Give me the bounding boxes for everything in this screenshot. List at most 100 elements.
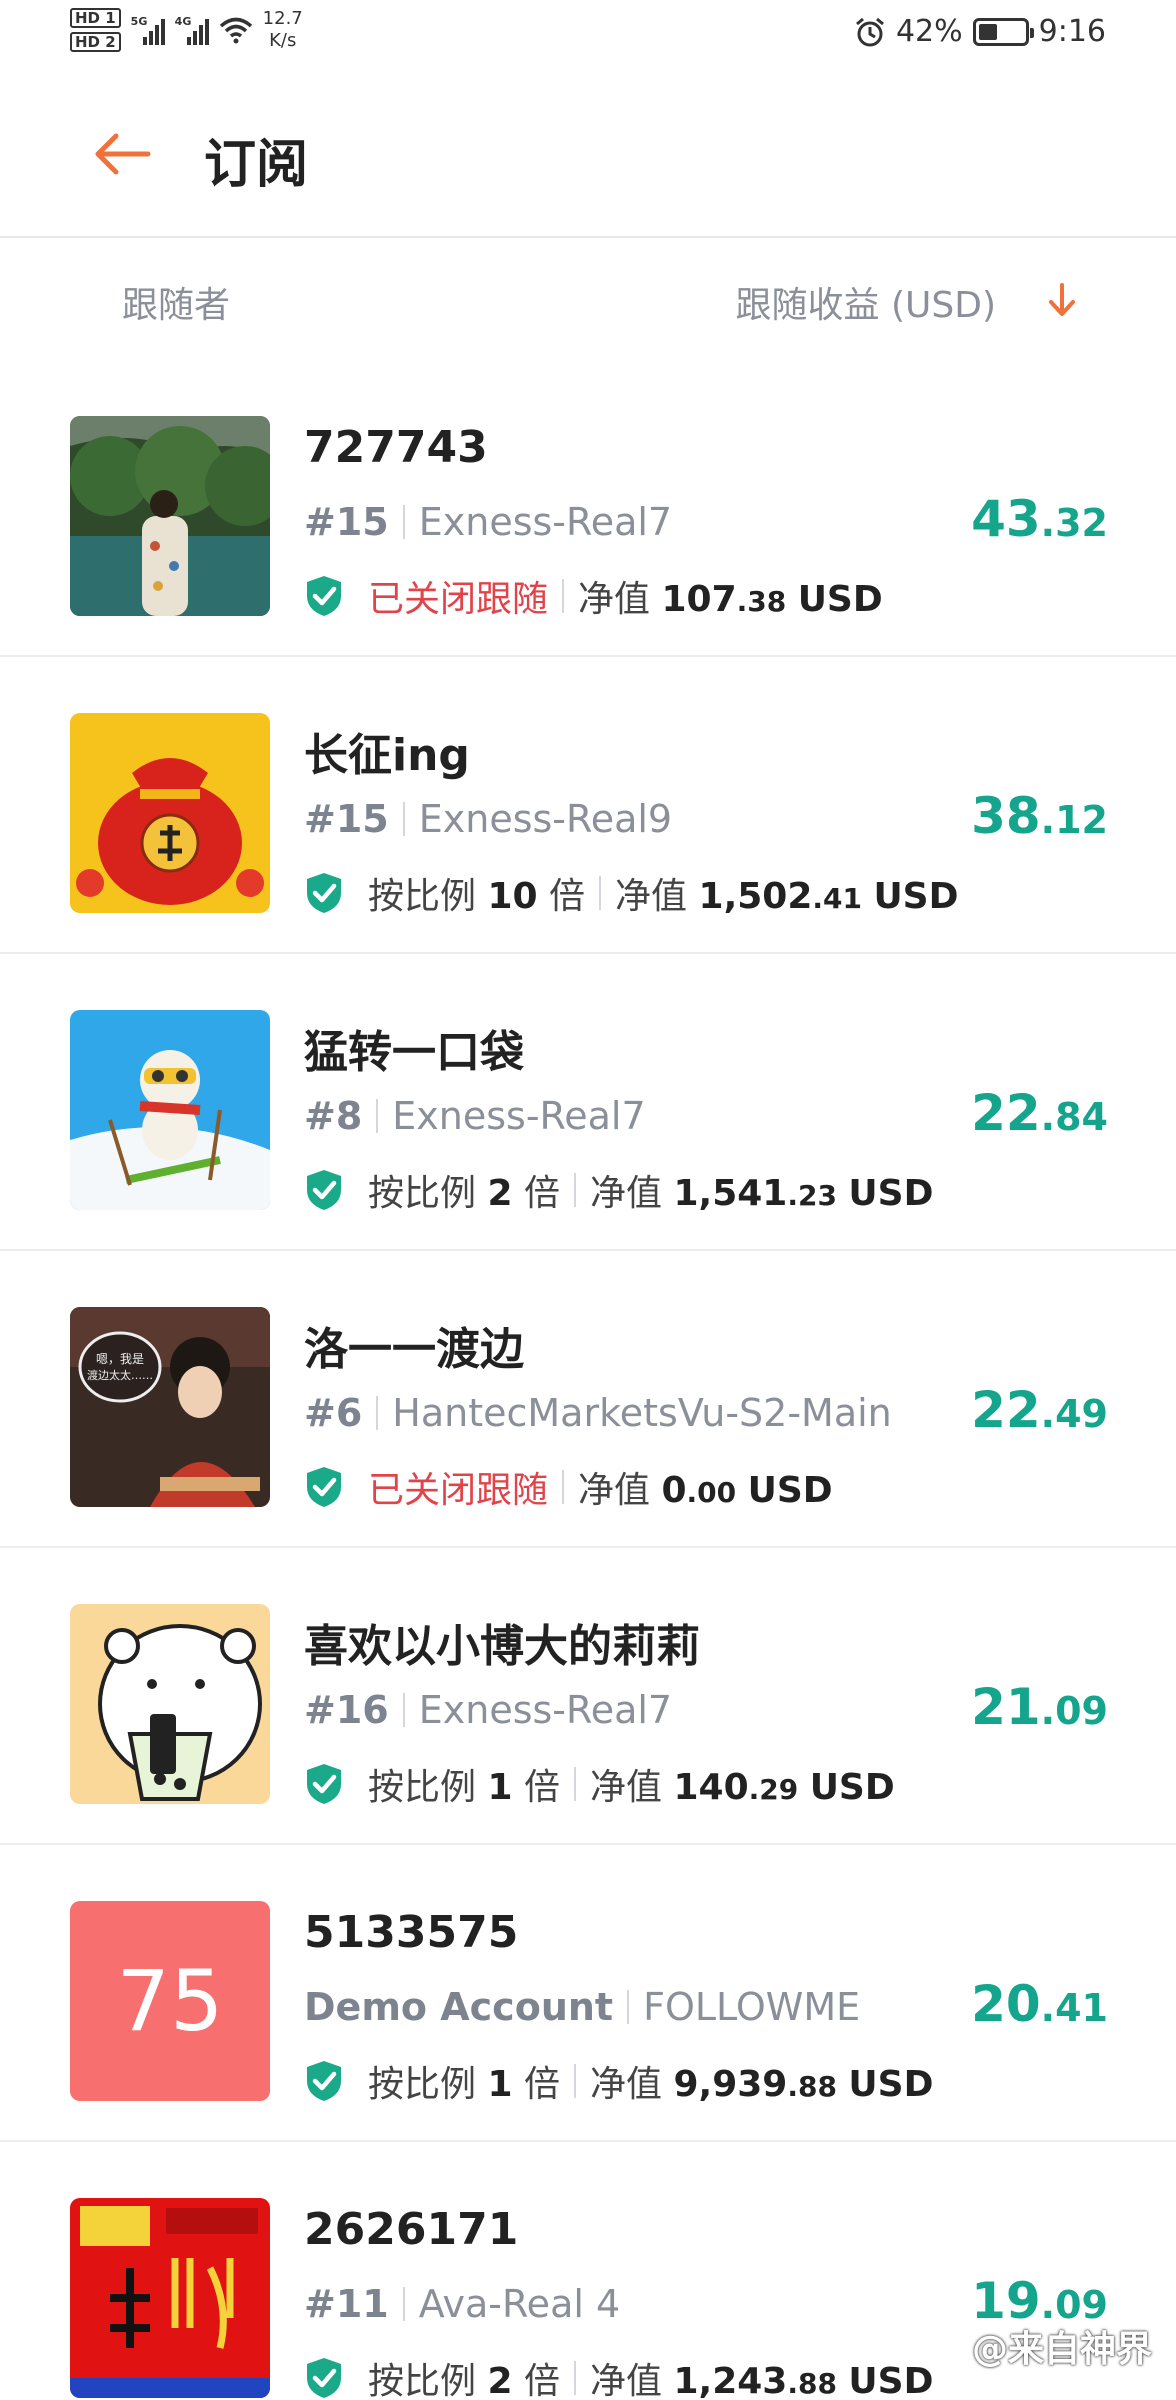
rank-label: Demo Account [304,1985,614,2029]
app-bar: 订阅 [0,72,1176,238]
equity-int: 107 [661,579,737,620]
follow-profit: 22.49 [971,1381,1108,1439]
equity-int: 1,541 [673,1173,788,1214]
follow-info: 已关闭跟随 净值 107.38 USD [304,570,883,622]
equity-dec: .88 [787,2367,837,2400]
equity-currency: USD [873,876,959,917]
status-right: 42% 9:16 [854,14,1106,49]
ratio-suffix: 倍 [523,1173,560,1214]
follower-list: 727743 #15 Exness-Real7 已关闭跟随 净值 107.38 … [0,360,1176,2400]
server-label: Exness-Real7 [418,1688,673,1732]
divider [562,1470,565,1504]
network-speed-value: 12.7 [262,8,303,29]
equity: 净值 1,243.88 USD [590,2352,933,2400]
divider [402,505,405,539]
follow-profit: 38.12 [971,787,1108,845]
avatar [70,416,270,616]
status-left: HD 1 HD 2 5G 4G 12.7 K/s [70,8,303,52]
equity-label: 净值 [590,1767,663,1808]
equity-label: 净值 [590,1173,663,1214]
signal-5g-icon: 5G [131,15,165,45]
list-item[interactable]: 727743 #15 Exness-Real7 已关闭跟随 净值 107.38 … [0,360,1176,657]
divider [574,1767,576,1801]
sort-button[interactable] [1040,278,1084,322]
follow-profit: 20.41 [971,1975,1108,2033]
ratio-value: 10 [487,876,538,917]
equity-label: 净值 [578,579,651,620]
ratio-suffix: 倍 [523,2361,560,2400]
avatar: 嗯，我是 渡边太太…… [70,1307,270,1507]
equity-label: 净值 [578,1470,651,1511]
equity-dec: .00 [686,1476,737,1509]
account-info: #15 Exness-Real9 [304,797,672,841]
follow-ratio: 按比例 1 倍 [368,2055,560,2107]
list-item[interactable]: 嗯，我是 渡边太太…… 洛一一渡边 #6 HantecMarketsVu-S2-… [0,1251,1176,1548]
follow-profit: 43.32 [971,490,1108,548]
column-profit[interactable]: 跟随收益 (USD) [736,276,996,328]
divider [627,1990,630,2024]
equity-currency: USD [747,1470,833,1511]
avatar-initials: 75 [116,1952,224,2050]
follower-name: 长征ing [304,730,470,781]
server-label: Exness-Real7 [392,1094,646,1138]
divider [402,2287,405,2321]
divider [574,2361,576,2395]
shield-check-icon [304,1762,344,1806]
alarm-icon [855,17,884,46]
network-speed: 12.7 K/s [263,8,303,52]
avatar-caption-line2: 渡边太太…… [87,1368,153,1382]
ratio-prefix: 按比例 [368,2064,477,2105]
arrow-left-icon [95,133,151,175]
equity: 净值 1,541.23 USD [590,1164,933,1216]
profit-int: 43 [971,490,1041,548]
shield-check-icon [304,2059,344,2103]
follower-name: 2626171 [304,2204,519,2255]
battery-fill [978,23,997,40]
equity-currency: USD [848,2064,934,2105]
follow-info: 按比例 10 倍 净值 1,502.41 USD [304,867,959,919]
shield-check-icon [304,574,344,618]
divider [402,1693,405,1727]
follow-info: 按比例 2 倍 净值 1,243.88 USD [304,2352,933,2400]
server-label: Exness-Real7 [418,500,673,544]
profit-dec: .32 [1040,501,1108,545]
follow-info: 按比例 1 倍 净值 140.29 USD [304,1758,895,1810]
status-bar: HD 1 HD 2 5G 4G 12.7 K/s 42% 9:16 [0,0,1176,72]
clock: 9:16 [1038,14,1106,49]
follow-profit: 21.09 [971,1678,1108,1736]
equity-label: 净值 [615,876,688,917]
rank-label: #15 [304,797,389,841]
shield-check-icon [304,2356,344,2400]
follow-info: 已关闭跟随 净值 0.00 USD [304,1461,833,1513]
profit-dec: .84 [1040,1095,1108,1139]
back-button[interactable] [84,116,160,192]
server-label: FOLLOWME [643,1985,861,2029]
ratio-value: 1 [487,2064,513,2105]
divider [562,579,565,613]
shield-check-icon [304,1168,344,1212]
equity-int: 140 [673,1767,749,1808]
ratio-value: 1 [487,1767,513,1808]
divider [574,1173,576,1207]
account-info: #6 HantecMarketsVu-S2-Main [304,1391,892,1435]
account-info: #11 Ava-Real 4 [304,2282,620,2326]
ratio-suffix: 倍 [523,1767,560,1808]
equity-label: 净值 [590,2064,663,2105]
profit-int: 38 [971,787,1041,845]
profit-int: 22 [971,1381,1041,1439]
follow-ratio: 按比例 2 倍 [368,2352,560,2400]
shield-check-icon [304,871,344,915]
divider [599,876,602,910]
server-label: HantecMarketsVu-S2-Main [392,1391,892,1435]
list-item[interactable]: 长征ing #15 Exness-Real9 按比例 10 倍 净值 1,502… [0,657,1176,954]
account-info: #16 Exness-Real7 [304,1688,672,1732]
divider [376,1396,379,1430]
divider [574,2064,576,2098]
server-label: Ava-Real 4 [418,2282,621,2326]
list-item[interactable]: 75 5133575 Demo Account FOLLOWME 按比例 1 倍… [0,1845,1176,2142]
list-item[interactable]: 喜欢以小博大的莉莉 #16 Exness-Real7 按比例 1 倍 净值 14… [0,1548,1176,1845]
follow-profit: 22.84 [971,1084,1108,1142]
list-item[interactable]: 猛转一口袋 #8 Exness-Real7 按比例 2 倍 净值 1,541.2… [0,954,1176,1251]
ratio-prefix: 按比例 [368,1767,477,1808]
equity-int: 9,939 [673,2064,788,2105]
